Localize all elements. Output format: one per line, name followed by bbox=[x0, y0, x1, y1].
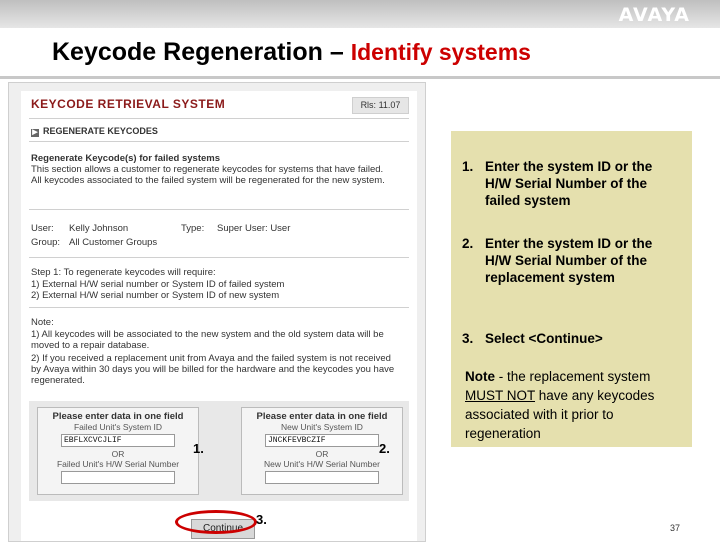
replacement-note: Note - the replacement system MUST NOT h… bbox=[465, 367, 677, 443]
type-value: Super User: User bbox=[217, 223, 291, 234]
step1-item-1: 1) External H/W serial number or System … bbox=[31, 279, 285, 290]
failed-serial-label: Failed Unit's H/W Serial Number bbox=[56, 459, 180, 469]
system-entry-form: Please enter data in one field Failed Un… bbox=[29, 401, 409, 501]
new-id-label: New Unit's System ID bbox=[281, 422, 363, 432]
failed-system-panel: Please enter data in one field Failed Un… bbox=[37, 407, 199, 495]
instructions-panel: 1. Enter the system ID or the H/W Serial … bbox=[451, 131, 692, 447]
note-label: Note bbox=[465, 369, 495, 384]
slide-title-sub: Identify systems bbox=[350, 39, 531, 65]
user-label: User: bbox=[31, 223, 54, 234]
page-number: 37 bbox=[669, 523, 680, 533]
arrow-right-icon: ▶ bbox=[31, 129, 39, 137]
avaya-logo: AVAYA bbox=[618, 4, 690, 26]
step-text: Enter the system ID or the H/W Serial Nu… bbox=[485, 159, 653, 208]
new-system-id-input[interactable]: JNCKFEVBCZIF bbox=[265, 434, 379, 447]
step1-item-2: 2) External H/W serial number or System … bbox=[31, 290, 280, 301]
continue-highlight-ring bbox=[175, 510, 257, 534]
instruction-step-2: 2. Enter the system ID or the H/W Serial … bbox=[462, 235, 673, 286]
user-value: Kelly Johnson bbox=[69, 223, 129, 234]
step1-heading: Step 1: To regenerate keycodes will requ… bbox=[31, 267, 216, 278]
note2-line1: 2) If you received a replacement unit fr… bbox=[31, 353, 391, 364]
step-text: Enter the system ID or the H/W Serial Nu… bbox=[485, 236, 653, 285]
title-divider bbox=[0, 76, 720, 79]
step-number: 3. bbox=[462, 331, 474, 346]
new-or-label: OR bbox=[315, 449, 329, 459]
slide-title-main: Keycode Regeneration – bbox=[52, 38, 344, 66]
release-badge: Rls: 11.07 bbox=[352, 97, 409, 114]
note2-line2: by Avaya within 30 days you will be bill… bbox=[31, 364, 395, 375]
note-label: Note: bbox=[31, 317, 54, 328]
instruction-step-1: 1. Enter the system ID or the H/W Serial … bbox=[462, 158, 673, 209]
group-label: Group: bbox=[31, 237, 61, 248]
note-emphasis: MUST NOT bbox=[465, 388, 536, 403]
callout-3: 3. bbox=[256, 512, 267, 527]
divider bbox=[29, 209, 409, 210]
divider bbox=[29, 257, 409, 258]
app-window: KEYCODE RETRIEVAL SYSTEM Rls: 11.07 ▶ REG… bbox=[21, 91, 417, 541]
step-number: 1. bbox=[462, 159, 474, 174]
section-desc-1: This section allows a customer to regene… bbox=[31, 164, 384, 175]
slide-top-bar: AVAYA bbox=[0, 0, 720, 28]
note1-line2: moved to a repair database. bbox=[31, 340, 150, 351]
note-prefix: - the replacement system bbox=[495, 369, 651, 384]
note1-line1: 1) All keycodes will be associated to th… bbox=[31, 329, 384, 340]
slide-title: Keycode Regeneration – Identify systems bbox=[52, 38, 531, 67]
section-title: Regenerate Keycode(s) for failed systems bbox=[31, 153, 221, 164]
new-serial-label: New Unit's H/W Serial Number bbox=[264, 459, 380, 469]
step-text: Select <Continue> bbox=[485, 331, 603, 346]
app-title: KEYCODE RETRIEVAL SYSTEM bbox=[31, 97, 226, 111]
divider bbox=[29, 118, 409, 119]
section-desc-2: All keycodes associated to the failed sy… bbox=[31, 175, 385, 186]
type-label: Type: bbox=[181, 223, 205, 234]
note2-line3: regenerated. bbox=[31, 375, 85, 386]
failed-or-label: OR bbox=[111, 449, 125, 459]
nav-regenerate-keycodes[interactable]: ▶ REGENERATE KEYCODES bbox=[31, 126, 158, 137]
callout-1: 1. bbox=[193, 441, 204, 456]
callout-2: 2. bbox=[379, 441, 390, 456]
failed-system-id-input[interactable]: EBFLXCVCJLIF bbox=[61, 434, 175, 447]
step-number: 2. bbox=[462, 236, 474, 251]
divider bbox=[29, 141, 409, 142]
failed-id-label: Failed Unit's System ID bbox=[73, 422, 163, 432]
new-panel-heading: Please enter data in one field bbox=[256, 411, 388, 422]
group-value: All Customer Groups bbox=[69, 237, 158, 248]
failed-serial-input[interactable] bbox=[61, 471, 175, 484]
keycode-app-screenshot: KEYCODE RETRIEVAL SYSTEM Rls: 11.07 ▶ REG… bbox=[8, 82, 426, 542]
new-serial-input[interactable] bbox=[265, 471, 379, 484]
divider bbox=[29, 307, 409, 308]
nav-label: REGENERATE KEYCODES bbox=[43, 126, 158, 136]
failed-panel-heading: Please enter data in one field bbox=[52, 411, 184, 422]
instruction-step-3: 3. Select <Continue> bbox=[462, 330, 673, 347]
